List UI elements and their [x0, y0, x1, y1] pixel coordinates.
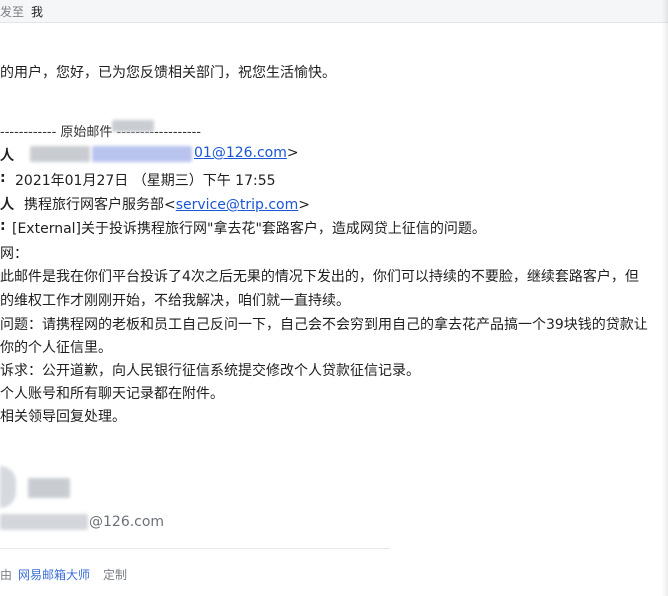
body-line: 的维权工作才刚刚开始，不给我解决，咱们就一直持续。	[0, 293, 350, 309]
sender-email-link[interactable]: 01@126.com	[194, 145, 287, 161]
to-recipient-name: 携程旅行网客户服务部<	[24, 197, 176, 213]
to-label: 人	[0, 197, 14, 213]
body-line: 你的个人征信里。	[0, 340, 112, 356]
body-line: 网：	[0, 246, 28, 262]
original-mail-divider: ------------ 原始邮件 ------------------	[0, 125, 201, 140]
footer-divider	[0, 548, 390, 549]
reply-message: 的用户，您好，已为您反馈相关部门，祝您生活愉快。	[0, 65, 336, 81]
body-line: 诉求：公开道歉，向人民银行征信系统提交修改个人贷款征信记录。	[0, 363, 420, 379]
body-line: 个人账号和所有聊天记录都在附件。	[0, 386, 224, 402]
footer-app-link[interactable]: 网易邮箱大师	[18, 566, 90, 583]
sent-to-label: 发至	[0, 5, 25, 19]
subject-label: :	[0, 218, 6, 234]
redacted-sender-email	[92, 146, 192, 162]
subject-value: [External]关于投诉携程旅行网"拿去花"套路客户，造成网贷上征信的问题。	[12, 221, 486, 237]
signature-email: @126.com	[89, 514, 165, 530]
redacted-divider-overlay	[112, 120, 154, 132]
sender-email[interactable]: 01@126.com>	[194, 145, 299, 161]
redacted-signature-email	[0, 514, 88, 530]
body-line: 相关领导回复处理。	[0, 409, 126, 425]
from-label: 人	[0, 148, 14, 164]
sender-email-suffix: >	[286, 145, 299, 161]
footer-customize: 定制	[103, 568, 128, 582]
footer-by-label: 由	[0, 568, 13, 582]
avatar[interactable]	[0, 466, 16, 508]
date-value: 2021年01月27日 （星期三）下午 17:55	[15, 173, 276, 189]
to-recipient: 携程旅行网客户服务部<service@trip.com>	[24, 194, 310, 214]
recipient-name[interactable]: 我	[31, 3, 43, 20]
date-label: :	[0, 170, 6, 186]
to-email-link[interactable]: service@trip.com	[176, 197, 299, 213]
body-line: 此邮件是我在你们平台投诉了4次之后无果的情况下发出的，你们可以持续的不要脸，继续…	[0, 269, 639, 285]
to-email-suffix: >	[298, 197, 310, 213]
body-line: 问题：请携程网的老板和员工自己反问一下，自己会不会穷到用自己的拿去花产品搞一个3…	[0, 317, 648, 333]
redacted-sender-name	[30, 146, 90, 162]
mail-header-bar	[0, 0, 668, 23]
redacted-signature-name	[28, 478, 70, 498]
window-edge-shadow	[662, 0, 668, 596]
